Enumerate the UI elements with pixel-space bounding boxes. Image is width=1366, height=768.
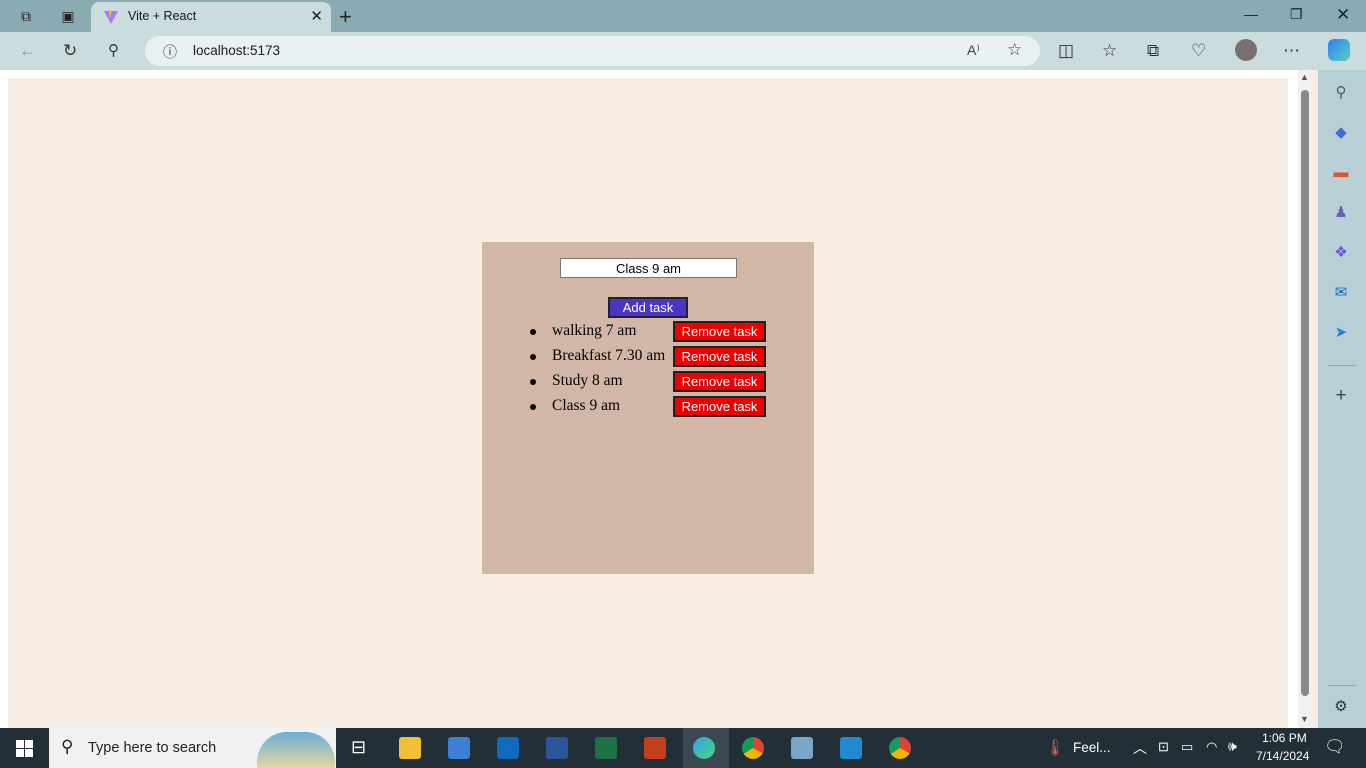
favorite-star-icon[interactable]: ☆ <box>1007 40 1022 60</box>
clock-date[interactable]: 7/14/2024 <box>1256 749 1309 763</box>
tab-vite-react[interactable]: Vite + React ✕ <box>91 2 331 32</box>
collections-icon[interactable]: ⧉ <box>1147 41 1159 61</box>
weather-text[interactable]: Feel... <box>1073 740 1111 755</box>
search-icon[interactable]: ⚲ <box>108 41 119 59</box>
task-item: Study 8 am Remove task <box>530 371 770 397</box>
vscode-icon[interactable] <box>840 737 862 759</box>
bullet <box>530 354 536 360</box>
taskbar-search-icon: ⚲ <box>61 737 74 756</box>
bullet <box>530 379 536 385</box>
remove-task-button[interactable]: Remove task <box>673 321 766 342</box>
wifi-icon[interactable]: ◠ <box>1206 739 1217 755</box>
task-text: Class 9 am <box>552 397 621 414</box>
vite-logo-icon <box>104 10 118 24</box>
bullet <box>530 329 536 335</box>
word-icon[interactable] <box>546 737 568 759</box>
task-list: walking 7 am Remove task Breakfast 7.30 … <box>530 321 770 422</box>
remove-task-button[interactable]: Remove task <box>673 346 766 367</box>
settings-gear-icon[interactable]: ⚙ <box>1331 696 1351 716</box>
close-tab-icon[interactable]: ✕ <box>310 7 323 25</box>
scroll-down-icon[interactable]: ▼ <box>1300 714 1309 724</box>
copilot-sidebar-icon[interactable]: ❖ <box>1331 242 1351 262</box>
page-scrollbar[interactable]: ▲ ▼ <box>1298 70 1312 728</box>
file-explorer-icon[interactable] <box>399 737 421 759</box>
remove-task-button[interactable]: Remove task <box>673 371 766 392</box>
battery-icon[interactable]: ▭ <box>1181 739 1193 755</box>
add-task-button[interactable]: Add task <box>608 297 688 318</box>
taskbar-search-box[interactable]: ⚲ Type here to search <box>49 728 336 768</box>
windows-taskbar: ⚲ Type here to search ⊟ 🌡 Feel... ︿ ⊡ ▭ … <box>0 728 1366 768</box>
add-sidebar-icon[interactable]: + <box>1331 385 1351 406</box>
outlook-taskbar-icon[interactable] <box>497 737 519 759</box>
more-options-icon[interactable]: ⋯ <box>1283 41 1300 61</box>
show-hidden-icons-icon[interactable]: ︿ <box>1133 738 1147 758</box>
edge-taskbar-icon[interactable] <box>693 737 715 759</box>
excel-icon[interactable] <box>595 737 617 759</box>
tab-title: Vite + React <box>128 9 197 23</box>
back-icon[interactable]: ← <box>19 41 36 61</box>
bullet <box>530 404 536 410</box>
meet-now-icon[interactable]: ⊡ <box>1158 739 1169 755</box>
tools-icon[interactable]: ▬ <box>1331 162 1351 182</box>
sidebar-divider <box>1328 365 1356 366</box>
notifications-icon[interactable]: 🗨 <box>1324 737 1346 757</box>
refresh-icon[interactable]: ↻ <box>63 41 77 61</box>
task-item: walking 7 am Remove task <box>530 321 770 347</box>
copilot-icon[interactable] <box>1328 39 1350 61</box>
volume-icon[interactable]: 🕪 <box>1228 738 1237 755</box>
url-text: localhost:5173 <box>193 43 281 58</box>
task-view-icon[interactable]: ⊟ <box>351 737 366 758</box>
browser-toolbar: ← ↻ ⚲ ⓘ localhost:5173 A⁾ ☆ ◫ ☆ ⧉ ♡ ⋯ <box>0 32 1366 70</box>
thermometer-icon: 🌡 <box>1045 740 1066 757</box>
profile-avatar[interactable] <box>1235 39 1257 61</box>
remove-task-button[interactable]: Remove task <box>673 396 766 417</box>
read-aloud-icon[interactable]: A⁾ <box>967 42 980 59</box>
scroll-up-icon[interactable]: ▲ <box>1300 72 1309 82</box>
sidebar-search-icon[interactable]: ⚲ <box>1331 82 1351 102</box>
browser-title-bar: ⧉ ▣ Vite + React ✕ + — ❐ ✕ <box>0 0 1366 32</box>
chrome-icon[interactable] <box>742 737 764 759</box>
browser-essentials-icon[interactable]: ♡ <box>1191 41 1206 61</box>
windows-start-icon[interactable] <box>16 740 33 757</box>
favorites-icon[interactable]: ☆ <box>1102 41 1117 61</box>
task-text: walking 7 am <box>552 322 637 339</box>
tab-actions-icon[interactable]: ▣ <box>59 7 77 25</box>
send-icon[interactable]: ➤ <box>1331 322 1351 342</box>
restore-icon[interactable]: ❐ <box>1290 6 1303 23</box>
todo-card: Add task walking 7 am Remove task Breakf… <box>482 242 814 574</box>
powerpoint-icon[interactable] <box>644 737 666 759</box>
sidebar-divider-bottom <box>1328 685 1356 686</box>
chrome-profile-icon[interactable] <box>889 737 911 759</box>
split-screen-icon[interactable]: ◫ <box>1058 41 1074 61</box>
browser-sidebar: ⚲ ◆ ▬ ♟ ❖ ✉ ➤ + ⚙ <box>1318 70 1366 728</box>
outlook-icon[interactable]: ✉ <box>1331 282 1351 302</box>
shopping-tag-icon[interactable]: ◆ <box>1331 122 1351 142</box>
address-bar[interactable]: ⓘ localhost:5173 A⁾ ☆ <box>145 36 1040 66</box>
microsoft-store-icon[interactable] <box>448 737 470 759</box>
minimize-icon[interactable]: — <box>1244 6 1258 22</box>
site-info-icon[interactable]: ⓘ <box>163 42 177 62</box>
games-icon[interactable]: ♟ <box>1331 202 1351 222</box>
task-item: Breakfast 7.30 am Remove task <box>530 346 770 372</box>
workspaces-icon[interactable]: ⧉ <box>17 7 35 25</box>
task-item: Class 9 am Remove task <box>530 396 770 422</box>
new-tab-icon[interactable]: + <box>339 4 352 30</box>
scroll-thumb[interactable] <box>1301 90 1309 696</box>
remote-desktop-icon[interactable] <box>791 737 813 759</box>
clock-time[interactable]: 1:06 PM <box>1262 731 1307 745</box>
search-highlight-image <box>257 732 335 768</box>
task-text: Study 8 am <box>552 372 623 389</box>
task-input[interactable] <box>560 258 737 278</box>
close-window-icon[interactable]: ✕ <box>1336 5 1350 25</box>
task-text: Breakfast 7.30 am <box>552 347 666 364</box>
taskbar-search-placeholder: Type here to search <box>88 740 217 756</box>
